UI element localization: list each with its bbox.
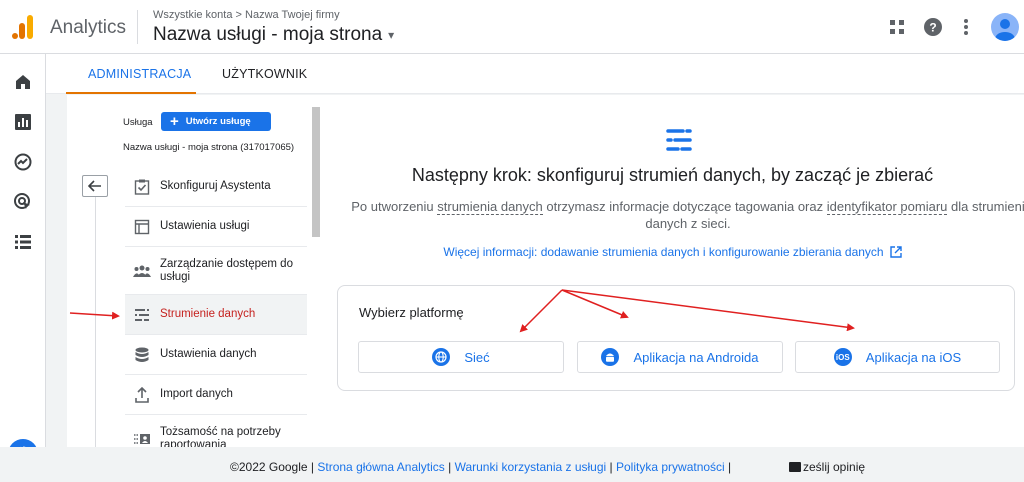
data-streams-icon: [666, 129, 692, 151]
svg-text:?: ?: [929, 21, 936, 35]
admin-tabs: ADMINISTRACJA UŻYTKOWNIK: [46, 54, 1024, 94]
breadcrumb[interactable]: Wszystkie konta > Nazwa Twojej firmy: [153, 9, 340, 21]
identity-icon: [133, 430, 151, 448]
desc-text: Po utworzeniu: [351, 199, 438, 214]
menu-item-label: Skonfiguruj Asystenta: [160, 180, 271, 192]
platform-android-button[interactable]: Aplikacja na Androida: [577, 341, 783, 373]
people-icon: [133, 262, 151, 280]
breadcrumb-separator: >: [235, 9, 242, 21]
platform-picker-title: Wybierz platformę: [359, 305, 464, 320]
empty-state-description: Po utworzeniu strumienia danych otrzymas…: [343, 198, 1024, 232]
settings-scrollbar[interactable]: [312, 107, 320, 237]
help-icon[interactable]: ?: [922, 16, 944, 38]
menu-item-reporting-identity[interactable]: Tożsamość na potrzeby raportowania: [125, 415, 307, 447]
chevron-down-icon: ▾: [388, 27, 395, 42]
upload-icon: [133, 386, 151, 404]
header-divider: [137, 10, 138, 44]
learn-more-link[interactable]: Więcej informacji: dodawanie strumienia …: [321, 245, 1024, 261]
platform-web-button[interactable]: Sieć: [358, 341, 564, 373]
glossary-term-measurement-id[interactable]: identyfikator pomiaru: [826, 199, 948, 215]
reports-icon[interactable]: [13, 112, 33, 132]
analytics-logo-icon[interactable]: [11, 13, 35, 41]
platform-ios-button[interactable]: iOS Aplikacja na iOS: [795, 341, 1000, 373]
account-avatar[interactable]: [991, 13, 1019, 41]
settings-menu: Skonfiguruj Asystenta Ustawienia usługi …: [125, 167, 307, 447]
menu-timeline-line: [95, 197, 96, 447]
arrow-back-icon: [88, 180, 101, 192]
left-nav-rail: [0, 54, 46, 482]
property-selector[interactable]: Nazwa usługi - moja strona ▾: [153, 24, 394, 46]
ios-icon: iOS: [833, 348, 852, 366]
desc-text: otrzymasz informacje dotyczące tagowania…: [542, 199, 827, 214]
data-streams-panel: Następny krok: skonfiguruj strumień dany…: [321, 95, 1024, 447]
footer-link-analytics-home[interactable]: Strona główna Analytics: [317, 460, 444, 474]
footer-link-terms[interactable]: Warunki korzystania z usługi: [455, 460, 607, 474]
back-button[interactable]: [82, 175, 108, 197]
menu-item-label: Ustawienia danych: [160, 348, 257, 360]
property-name-id[interactable]: Nazwa usługi - moja strona (317017065): [123, 142, 294, 153]
footer-links: ©2022 Google | Strona główna Analytics |…: [230, 460, 731, 474]
tab-uzytkownik[interactable]: UŻYTKOWNIK: [222, 67, 307, 81]
menu-item-label: Zarządzanie dostępem do usługi: [160, 257, 293, 283]
configure-icon[interactable]: [13, 232, 33, 252]
data-streams-icon: [133, 306, 151, 324]
breadcrumb-company[interactable]: Nazwa Twojej firmy: [245, 9, 340, 21]
footer-sep: |: [307, 460, 318, 474]
menu-item-property-settings[interactable]: Ustawienia usługi: [125, 207, 307, 247]
app-name: Analytics: [50, 17, 127, 38]
platform-android-label: Aplikacja na Androida: [633, 349, 759, 365]
breadcrumb-account[interactable]: Wszystkie konta: [153, 9, 232, 21]
glossary-term-data-stream[interactable]: strumienia danych: [437, 199, 543, 215]
service-label: Usługa: [123, 117, 153, 128]
platform-picker-card: Wybierz platformę Sieć Aplikacja na Andr…: [337, 285, 1015, 391]
platform-web-label: Sieć: [464, 349, 490, 365]
platform-ios-label: Aplikacja na iOS: [865, 349, 962, 365]
database-icon: [133, 346, 151, 364]
footer-sep: |: [444, 460, 455, 474]
menu-item-label: Ustawienia usługi: [160, 220, 250, 232]
menu-item-data-settings[interactable]: Ustawienia danych: [125, 335, 307, 375]
android-icon: [601, 348, 620, 366]
copyright: ©2022 Google: [230, 460, 308, 474]
top-bar: Analytics Wszystkie konta > Nazwa Twojej…: [0, 0, 1024, 54]
learn-more-text: Więcej informacji: dodawanie strumienia …: [443, 245, 884, 259]
menu-item-data-streams[interactable]: Strumienie danych: [125, 295, 307, 335]
create-property-label: Utwórz usługę: [185, 116, 251, 127]
send-feedback-label: ześlij opinię: [803, 460, 866, 474]
active-tab-indicator: [66, 92, 196, 94]
menu-item-label: Import danych: [160, 388, 233, 400]
open-in-new-icon: [889, 246, 902, 261]
property-settings-icon: [133, 218, 151, 236]
property-settings-column: Usługa + Utwórz usługę Nazwa usługi - mo…: [67, 95, 321, 447]
menu-item-label: Tożsamość na potrzeby raportowania: [160, 425, 281, 448]
footer-sep: |: [724, 460, 732, 474]
footer-sep: |: [606, 460, 616, 474]
footer-link-privacy[interactable]: Polityka prywatności: [616, 460, 725, 474]
footer: ©2022 Google | Strona główna Analytics |…: [0, 447, 1024, 482]
advertising-icon[interactable]: [13, 192, 33, 212]
globe-icon: [432, 348, 451, 366]
more-vert-icon[interactable]: [955, 16, 977, 38]
feedback-icon: [789, 462, 801, 472]
send-feedback-button[interactable]: ześlij opinię: [789, 460, 865, 474]
checklist-icon: [133, 178, 151, 196]
menu-item-access-management[interactable]: Zarządzanie dostępem do usługi: [125, 247, 307, 295]
create-property-button[interactable]: + Utwórz usługę: [161, 112, 271, 131]
tab-administracja[interactable]: ADMINISTRACJA: [88, 67, 191, 81]
menu-item-setup-assistant[interactable]: Skonfiguruj Asystenta: [125, 167, 307, 207]
apps-icon[interactable]: [886, 16, 908, 38]
plus-icon: +: [170, 113, 179, 130]
home-icon[interactable]: [13, 72, 33, 92]
explore-icon[interactable]: [13, 152, 33, 172]
menu-item-label: Strumienie danych: [160, 308, 256, 320]
property-name: Nazwa usługi - moja strona: [153, 24, 383, 45]
menu-item-data-import[interactable]: Import danych: [125, 375, 307, 415]
empty-state-headline: Następny krok: skonfiguruj strumień dany…: [411, 165, 934, 185]
